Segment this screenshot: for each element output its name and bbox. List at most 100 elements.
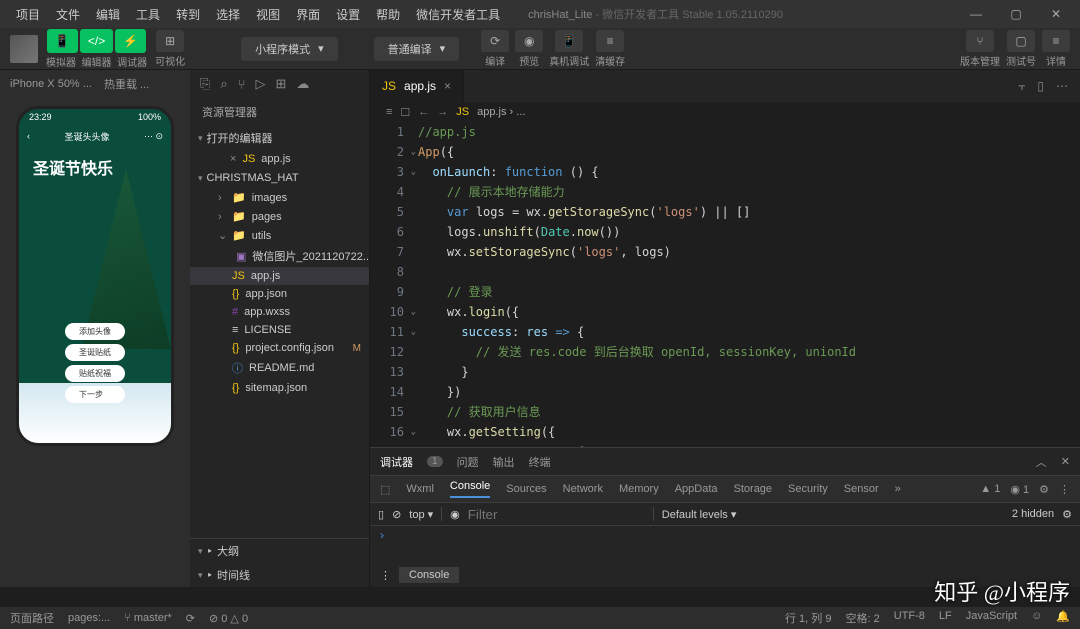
- scope-select[interactable]: top ▾: [409, 508, 433, 521]
- simulator-button[interactable]: 📱: [47, 29, 78, 53]
- tree-item[interactable]: ⌄📁utils: [190, 226, 369, 245]
- tree-item[interactable]: {}app.json: [190, 285, 369, 303]
- devtab-Storage[interactable]: Storage: [734, 483, 773, 495]
- tree-item[interactable]: {}project.config.jsonM: [190, 339, 369, 357]
- action-预览[interactable]: ◉: [515, 30, 543, 52]
- right-详情[interactable]: ≡: [1042, 30, 1070, 52]
- filter-input[interactable]: [468, 507, 645, 522]
- device-label[interactable]: iPhone X 50% ...: [10, 78, 92, 90]
- gear-icon[interactable]: ⚙: [1039, 483, 1049, 496]
- tree-item[interactable]: ›📁pages: [190, 207, 369, 226]
- menu-界面[interactable]: 界面: [288, 2, 328, 27]
- more-icon[interactable]: ⋯: [1056, 79, 1068, 93]
- devtab-Sources[interactable]: Sources: [506, 483, 546, 495]
- page-path[interactable]: 页面路径: [10, 610, 54, 626]
- action-编译[interactable]: ⟳: [481, 30, 509, 52]
- mode-select[interactable]: 小程序模式▾: [241, 37, 338, 61]
- dbg-tab-输出[interactable]: 输出: [493, 454, 515, 470]
- drawer-icon[interactable]: ⋮: [380, 569, 391, 582]
- dbg-tab-终端[interactable]: 终端: [529, 454, 551, 470]
- minimize-icon[interactable]: —: [960, 7, 992, 21]
- inspect-icon[interactable]: ⬚: [380, 483, 390, 496]
- action-真机调试[interactable]: 📱: [555, 30, 583, 52]
- eye-icon[interactable]: ◉: [450, 508, 460, 521]
- outline-section[interactable]: ‣ 大纲: [190, 538, 369, 563]
- dbg-tab-问题[interactable]: 问题: [457, 454, 479, 470]
- right-版本管理[interactable]: ⑂: [966, 30, 994, 52]
- git-sync[interactable]: ⟳: [186, 612, 195, 625]
- layout-icon[interactable]: ▯: [1037, 79, 1044, 93]
- debugger-button[interactable]: ⚡: [115, 29, 146, 53]
- close-icon[interactable]: ✕: [1040, 7, 1072, 21]
- breadcrumb[interactable]: ≡☐←→ JSapp.js › ...: [370, 102, 1080, 122]
- open-editor-item[interactable]: ×JSapp.js: [190, 150, 369, 168]
- files-icon[interactable]: ⎘: [200, 76, 210, 92]
- tree-item[interactable]: ≡LICENSE: [190, 321, 369, 339]
- hot-reload-label[interactable]: 热重载 ...: [104, 76, 149, 92]
- more-tabs-icon[interactable]: »: [895, 483, 901, 495]
- kebab-icon[interactable]: ⋮: [1059, 483, 1070, 496]
- tab-app-js[interactable]: JSapp.js×: [370, 70, 464, 102]
- tree-item[interactable]: {}sitemap.json: [190, 379, 369, 397]
- action-清缓存[interactable]: ≡: [596, 30, 624, 52]
- phone-preview[interactable]: 23:29100% ‹圣诞头头像⋯ ⊙ 圣诞节快乐 添加头像圣诞贴纸贴纸祝福下一…: [16, 106, 174, 446]
- feedback-icon[interactable]: ☺: [1031, 610, 1042, 626]
- menu-视图[interactable]: 视图: [248, 2, 288, 27]
- tree-item[interactable]: JSapp.js: [190, 267, 369, 285]
- settings-icon[interactable]: ⚙: [1062, 508, 1072, 521]
- search-icon[interactable]: ⌕: [220, 76, 227, 92]
- menu-选择[interactable]: 选择: [208, 2, 248, 27]
- menu-工具[interactable]: 工具: [128, 2, 168, 27]
- avatar[interactable]: [10, 35, 38, 63]
- menu-文件[interactable]: 文件: [48, 2, 88, 27]
- sidebar-toggle-icon[interactable]: ▯: [378, 508, 384, 521]
- phone-btn[interactable]: 圣诞贴纸: [65, 344, 125, 361]
- clear-console-icon[interactable]: ⊘: [392, 508, 401, 521]
- eol[interactable]: LF: [939, 610, 952, 626]
- devtab-Console[interactable]: Console: [450, 480, 490, 498]
- pages-picker[interactable]: pages:...: [68, 612, 110, 624]
- devtab-Wxml[interactable]: Wxml: [406, 483, 434, 495]
- open-editors-section[interactable]: 打开的编辑器: [190, 126, 369, 150]
- problems-count[interactable]: ⊘ 0 △ 0: [209, 612, 248, 625]
- phone-btn[interactable]: 贴纸祝福: [65, 365, 125, 382]
- levels-select[interactable]: Default levels ▾: [662, 508, 737, 521]
- timeline-section[interactable]: ‣ 时间线: [190, 563, 369, 587]
- code-editor[interactable]: 12⌄3⌄45678910⌄11⌄1213141516⌄17⌄ //app.js…: [370, 122, 1080, 447]
- devtab-Security[interactable]: Security: [788, 483, 828, 495]
- menu-编辑[interactable]: 编辑: [88, 2, 128, 27]
- tree-item[interactable]: ⓘREADME.md: [190, 357, 369, 379]
- menu-设置[interactable]: 设置: [328, 2, 368, 27]
- phone-btn[interactable]: 添加头像: [65, 323, 125, 340]
- maximize-icon[interactable]: ▢: [1000, 7, 1032, 21]
- menu-微信开发者工具[interactable]: 微信开发者工具: [408, 2, 508, 27]
- split-icon[interactable]: ⫟: [1018, 79, 1025, 94]
- editor-button[interactable]: </>: [80, 29, 113, 53]
- bell-icon[interactable]: 🔔: [1056, 610, 1070, 626]
- tree-item[interactable]: ▣微信图片_2021120722...: [190, 245, 369, 267]
- cloud-icon[interactable]: ☁: [296, 76, 309, 92]
- cursor-pos[interactable]: 行 1, 列 9: [785, 610, 831, 626]
- menu-转到[interactable]: 转到: [168, 2, 208, 27]
- phone-btn[interactable]: 下一步: [65, 386, 125, 403]
- encoding[interactable]: UTF-8: [894, 610, 925, 626]
- visual-button[interactable]: ⊞: [156, 30, 184, 52]
- collapse-icon[interactable]: ︿: [1036, 454, 1047, 470]
- tab-close-icon[interactable]: ×: [444, 79, 451, 93]
- project-section[interactable]: CHRISTMAS_HAT: [190, 168, 369, 188]
- debug-icon[interactable]: ▷: [256, 76, 266, 92]
- indent[interactable]: 空格: 2: [845, 610, 879, 626]
- git-branch[interactable]: ⑂ master*: [124, 612, 172, 624]
- panel-close-icon[interactable]: ✕: [1061, 455, 1070, 468]
- drawer-console-tab[interactable]: Console: [399, 567, 459, 583]
- menu-帮助[interactable]: 帮助: [368, 2, 408, 27]
- language[interactable]: JavaScript: [966, 610, 1017, 626]
- git-icon[interactable]: ⑂: [238, 77, 246, 92]
- tree-item[interactable]: #app.wxss: [190, 303, 369, 321]
- compile-select[interactable]: 普通编译▾: [374, 37, 460, 61]
- devtab-Memory[interactable]: Memory: [619, 483, 659, 495]
- tree-item[interactable]: ›📁images: [190, 188, 369, 207]
- dbg-tab-调试器[interactable]: 调试器: [380, 454, 413, 470]
- console-output[interactable]: ›: [370, 526, 1080, 563]
- devtab-AppData[interactable]: AppData: [675, 483, 718, 495]
